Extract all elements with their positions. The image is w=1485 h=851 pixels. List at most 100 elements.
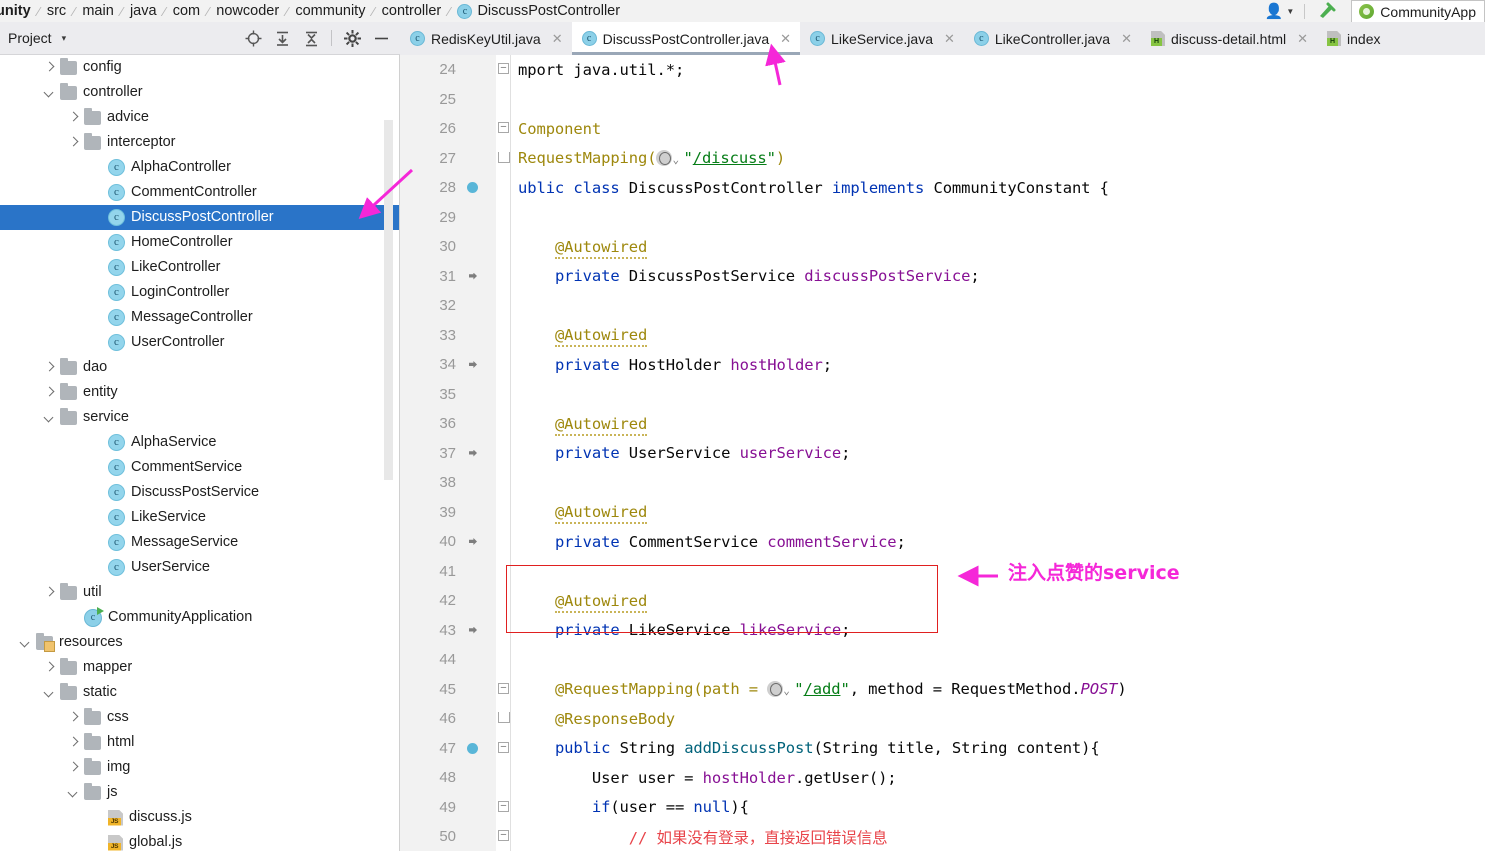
hide-panel-icon[interactable] [372, 29, 390, 47]
breadcrumb-item-8[interactable]: DiscussPostController [455, 3, 622, 19]
code-line-43[interactable]: 43 private LikeService likeService; [400, 616, 1485, 646]
tree-item-discusspostservice[interactable]: DiscussPostService [0, 480, 400, 505]
tree-item-usercontroller[interactable]: UserController [0, 330, 400, 355]
breadcrumb-item-5[interactable]: nowcoder [214, 3, 281, 19]
tab-discuss-detail-html[interactable]: discuss-detail.html ✕ [1141, 22, 1317, 55]
breadcrumb-item-3[interactable]: java [128, 3, 159, 19]
breadcrumb-item-6[interactable]: community [293, 3, 367, 19]
chevron-down-icon[interactable] [44, 687, 55, 698]
build-button[interactable] [1309, 1, 1345, 22]
code-line-44[interactable]: 44 [400, 645, 1485, 675]
code-line-32[interactable]: 32 [400, 291, 1485, 321]
tree-item-global-js[interactable]: global.js [0, 830, 400, 851]
code-line-42[interactable]: 42 @Autowired [400, 586, 1485, 616]
collapse-all-icon[interactable] [302, 29, 320, 47]
tab-DiscussPostController[interactable]: DiscussPostController.java ✕ [571, 22, 801, 55]
tree-item-userservice[interactable]: UserService [0, 555, 400, 580]
code-line-36[interactable]: 36 @Autowired [400, 409, 1485, 439]
gutter-marker[interactable] [462, 444, 482, 462]
tree-item-likeservice[interactable]: LikeService [0, 505, 400, 530]
tree-item-alphacontroller[interactable]: AlphaController [0, 155, 400, 180]
project-panel-title[interactable]: Project [8, 30, 52, 46]
tree-item-likecontroller[interactable]: LikeController [0, 255, 400, 280]
code-line-33[interactable]: 33 @Autowired [400, 321, 1485, 351]
tree-item-commentservice[interactable]: CommentService [0, 455, 400, 480]
tree-item-service[interactable]: service [0, 405, 400, 430]
close-icon[interactable]: ✕ [1121, 31, 1132, 47]
chevron-right-icon[interactable] [68, 112, 79, 123]
tree-item-messageservice[interactable]: MessageService [0, 530, 400, 555]
code-line-30[interactable]: 30 @Autowired [400, 232, 1485, 262]
code-line-34[interactable]: 34 private HostHolder hostHolder; [400, 350, 1485, 380]
code-fold-handle[interactable]: − [498, 682, 509, 694]
code-fold-handle[interactable]: − [498, 741, 509, 753]
code-fold-handle[interactable]: − [498, 122, 509, 133]
tree-item-resources[interactable]: resources [0, 630, 400, 655]
chevron-right-icon[interactable] [68, 712, 79, 723]
code-line-35[interactable]: 35 [400, 380, 1485, 410]
tab-LikeController[interactable]: LikeController.java ✕ [964, 22, 1141, 55]
code-editor[interactable]: 24− mport java.util.*; 25 26− Component 27 Req… [400, 55, 1485, 851]
code-fold-handle[interactable]: − [498, 800, 509, 812]
code-fold-handle[interactable] [498, 151, 510, 163]
tree-item-discusspostcontroller[interactable]: DiscussPostController [0, 205, 400, 230]
breadcrumb-item-7[interactable]: controller [380, 3, 444, 19]
close-icon[interactable]: ✕ [944, 31, 955, 47]
tree-item-img[interactable]: img [0, 755, 400, 780]
tree-item-js[interactable]: js [0, 780, 400, 805]
tab-index-html[interactable]: index [1317, 22, 1389, 55]
code-fold-handle[interactable]: − [498, 830, 509, 841]
code-line-41[interactable]: 41 [400, 557, 1485, 587]
close-icon[interactable]: ✕ [552, 31, 563, 47]
tree-item-homecontroller[interactable]: HomeController [0, 230, 400, 255]
tree-item-communityapplication[interactable]: CommunityApplication [0, 605, 400, 630]
user-menu-button[interactable]: 👤 ▼ [1259, 4, 1301, 19]
code-line-26[interactable]: 26 − Component [400, 114, 1485, 144]
project-tree-scrollbar[interactable] [384, 120, 393, 480]
chevron-right-icon[interactable] [44, 587, 55, 598]
run-configuration-selector[interactable]: CommunityApp [1351, 0, 1485, 22]
tree-item-advice[interactable]: advice [0, 105, 400, 130]
chevron-right-icon[interactable] [44, 387, 55, 398]
tree-item-discuss-js[interactable]: discuss.js [0, 805, 400, 830]
chevron-down-icon[interactable] [20, 637, 31, 648]
code-line-38[interactable]: 38 [400, 468, 1485, 498]
code-line-39[interactable]: 39 @Autowired [400, 498, 1485, 528]
code-line-27[interactable]: 27 RequestMapping(⌄ "/discuss") [400, 144, 1485, 174]
tree-item-messagecontroller[interactable]: MessageController [0, 305, 400, 330]
code-fold-handle[interactable]: − [498, 63, 509, 74]
chevron-down-icon[interactable] [68, 787, 79, 798]
locate-icon[interactable] [244, 29, 262, 47]
chevron-down-icon[interactable]: ▾ [62, 33, 67, 44]
tree-item-dao[interactable]: dao [0, 355, 400, 380]
tree-item-css[interactable]: css [0, 705, 400, 730]
tree-item-static[interactable]: static [0, 680, 400, 705]
code-line-29[interactable]: 29 [400, 203, 1485, 233]
chevron-right-icon[interactable] [44, 662, 55, 673]
code-line-48[interactable]: 48 User user = hostHolder.getUser(); [400, 763, 1485, 793]
code-line-40[interactable]: 40 private CommentService commentService… [400, 527, 1485, 557]
gutter-marker[interactable] [462, 739, 482, 757]
tab-LikeService[interactable]: LikeService.java ✕ [800, 22, 964, 55]
tree-item-interceptor[interactable]: interceptor [0, 130, 400, 155]
chevron-right-icon[interactable] [44, 62, 55, 73]
breadcrumb-item-4[interactable]: com [171, 3, 202, 19]
code-fold-handle[interactable] [498, 712, 510, 723]
tree-item-mapper[interactable]: mapper [0, 655, 400, 680]
breadcrumb-item-0[interactable]: unity [0, 3, 33, 19]
code-line-28[interactable]: 28 ublic class DiscussPostController impl… [400, 173, 1485, 203]
chevron-down-icon[interactable] [44, 87, 55, 98]
gutter-marker[interactable] [462, 267, 482, 285]
code-line-25[interactable]: 25 [400, 85, 1485, 115]
project-tree[interactable]: config controller advice interceptor AlphaCo… [0, 55, 400, 851]
breadcrumb-item-2[interactable]: main [80, 3, 115, 19]
tree-item-util[interactable]: util [0, 580, 400, 605]
close-icon[interactable]: ✕ [780, 31, 791, 47]
chevron-down-icon[interactable] [44, 412, 55, 423]
expand-all-icon[interactable] [273, 29, 291, 47]
code-line-49[interactable]: 49 − if(user == null){ [400, 793, 1485, 823]
code-line-46[interactable]: 46 @ResponseBody [400, 704, 1485, 734]
tree-item-config[interactable]: config [0, 55, 400, 80]
code-line-24[interactable]: 24 − mport java.util.*; [400, 55, 1485, 85]
code-line-50[interactable]: 50 − // 如果没有登录，直接返回错误信息 [400, 822, 1485, 851]
